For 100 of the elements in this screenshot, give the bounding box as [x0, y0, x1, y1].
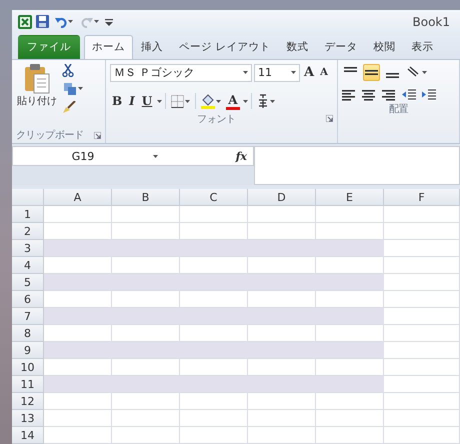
table-cell[interactable]: [384, 410, 460, 427]
font-size-field[interactable]: 11: [254, 64, 300, 82]
table-cell[interactable]: [44, 206, 112, 223]
row-header[interactable]: 7: [12, 308, 44, 325]
dialog-launcher-icon[interactable]: [326, 115, 333, 122]
table-cell[interactable]: [44, 308, 112, 325]
table-cell[interactable]: [384, 240, 460, 257]
insert-function-button[interactable]: fx: [236, 150, 253, 163]
table-cell[interactable]: [44, 359, 112, 376]
table-cell[interactable]: [248, 359, 316, 376]
table-cell[interactable]: [44, 240, 112, 257]
underline-button[interactable]: U: [140, 94, 154, 108]
bold-button[interactable]: B: [110, 94, 124, 108]
table-cell[interactable]: [180, 223, 248, 240]
table-cell[interactable]: [384, 274, 460, 291]
table-cell[interactable]: [44, 274, 112, 291]
dialog-launcher-icon[interactable]: [94, 132, 101, 139]
column-header[interactable]: C: [180, 189, 248, 206]
table-cell[interactable]: [44, 376, 112, 393]
table-cell[interactable]: [112, 223, 180, 240]
table-cell[interactable]: [180, 359, 248, 376]
table-cell[interactable]: [44, 410, 112, 427]
increase-indent-icon[interactable]: [422, 88, 436, 101]
table-cell[interactable]: [248, 291, 316, 308]
table-cell[interactable]: [384, 376, 460, 393]
table-cell[interactable]: [384, 291, 460, 308]
table-cell[interactable]: [248, 393, 316, 410]
table-cell[interactable]: [180, 325, 248, 342]
font-name-field[interactable]: ＭＳ Ｐゴシック: [110, 64, 252, 82]
ribbon-tab[interactable]: ファイル: [18, 34, 80, 59]
table-cell[interactable]: [44, 223, 112, 240]
table-cell[interactable]: [316, 257, 384, 274]
ribbon-tab[interactable]: 表示: [403, 34, 442, 59]
table-cell[interactable]: [248, 427, 316, 444]
ribbon-tab[interactable]: ホーム: [84, 34, 133, 59]
table-cell[interactable]: [248, 223, 316, 240]
table-cell[interactable]: [180, 291, 248, 308]
grow-font-button[interactable]: A: [302, 66, 316, 80]
table-cell[interactable]: [384, 223, 460, 240]
table-cell[interactable]: [248, 410, 316, 427]
row-header[interactable]: 10: [12, 359, 44, 376]
table-cell[interactable]: [316, 274, 384, 291]
paste-button[interactable]: 貼り付け: [16, 64, 58, 128]
fill-color-button[interactable]: [199, 92, 224, 111]
table-cell[interactable]: [384, 393, 460, 410]
table-cell[interactable]: [44, 257, 112, 274]
spreadsheet-logo-icon[interactable]: [18, 14, 32, 29]
table-cell[interactable]: [44, 325, 112, 342]
column-header[interactable]: E: [316, 189, 384, 206]
table-cell[interactable]: [44, 291, 112, 308]
borders-button[interactable]: [169, 92, 192, 110]
table-cell[interactable]: [384, 427, 460, 444]
table-cell[interactable]: [316, 342, 384, 359]
column-header[interactable]: A: [44, 189, 112, 206]
customize-toolbar-icon[interactable]: [105, 16, 113, 27]
table-cell[interactable]: [112, 359, 180, 376]
table-cell[interactable]: [316, 410, 384, 427]
copy-button[interactable]: [62, 80, 85, 97]
table-cell[interactable]: [384, 206, 460, 223]
shrink-font-button[interactable]: A: [318, 66, 330, 80]
row-header[interactable]: 11: [12, 376, 44, 393]
table-cell[interactable]: [112, 257, 180, 274]
table-cell[interactable]: [112, 427, 180, 444]
ribbon-tab[interactable]: 校閲: [365, 34, 404, 59]
table-cell[interactable]: [316, 325, 384, 342]
row-header[interactable]: 12: [12, 393, 44, 410]
brush-icon[interactable]: [62, 100, 76, 114]
formula-input[interactable]: [254, 146, 460, 185]
table-cell[interactable]: [316, 376, 384, 393]
table-cell[interactable]: [316, 427, 384, 444]
table-cell[interactable]: [180, 393, 248, 410]
table-cell[interactable]: [112, 291, 180, 308]
table-cell[interactable]: [44, 393, 112, 410]
table-cell[interactable]: [44, 342, 112, 359]
table-cell[interactable]: [384, 257, 460, 274]
table-cell[interactable]: [112, 206, 180, 223]
row-header[interactable]: 14: [12, 427, 44, 444]
table-cell[interactable]: [248, 325, 316, 342]
row-header[interactable]: 5: [12, 274, 44, 291]
row-header[interactable]: 4: [12, 257, 44, 274]
table-cell[interactable]: [384, 342, 460, 359]
ribbon-tab[interactable]: データ: [316, 34, 366, 59]
table-cell[interactable]: [384, 325, 460, 342]
row-header[interactable]: 2: [12, 223, 44, 240]
table-cell[interactable]: [316, 393, 384, 410]
row-header[interactable]: 13: [12, 410, 44, 427]
column-header[interactable]: D: [248, 189, 316, 206]
ribbon-tab[interactable]: 挿入: [133, 34, 171, 59]
save-icon[interactable]: [36, 15, 49, 28]
table-cell[interactable]: [44, 427, 112, 444]
decrease-indent-icon[interactable]: [402, 88, 416, 101]
table-cell[interactable]: [248, 206, 316, 223]
table-cell[interactable]: [384, 308, 460, 325]
table-cell[interactable]: [248, 257, 316, 274]
table-cell[interactable]: [316, 359, 384, 376]
row-header[interactable]: 1: [12, 206, 44, 223]
table-cell[interactable]: [112, 410, 180, 427]
select-all-corner[interactable]: [12, 189, 44, 206]
table-cell[interactable]: [316, 240, 384, 257]
table-cell[interactable]: [316, 291, 384, 308]
